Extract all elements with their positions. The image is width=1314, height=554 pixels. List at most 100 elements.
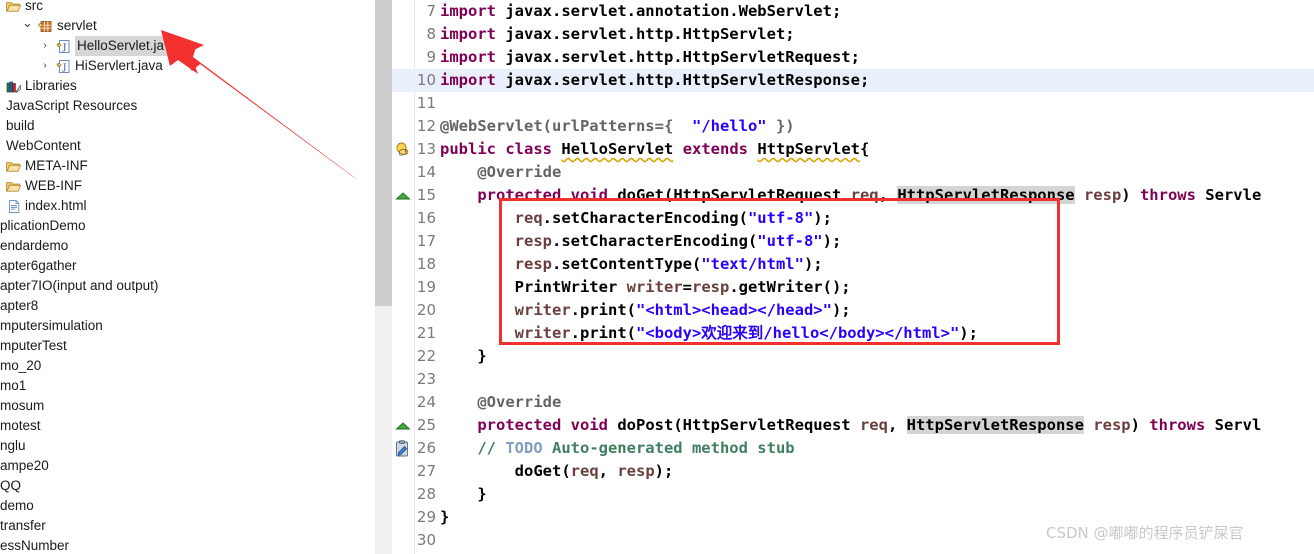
code-line-text: protected void doGet(HttpServletRequest …	[477, 186, 1262, 204]
tree-item-qq[interactable]: QQ	[0, 476, 375, 496]
code-line-28[interactable]: 28 }	[392, 483, 1314, 506]
code-line-text: import javax.servlet.http.HttpServletRes…	[440, 71, 870, 89]
tree-item-motest[interactable]: motest	[0, 416, 375, 436]
code-line-text: resp.setContentType("text/html");	[514, 255, 823, 273]
code-line-14[interactable]: 14 @Override	[392, 161, 1314, 184]
tree-item-javascript-resources[interactable]: JavaScript Resources	[0, 96, 375, 116]
tree-item-apter6gather[interactable]: apter6gather	[0, 256, 375, 276]
code-line-text: }	[440, 347, 487, 365]
tree-item-label: mo_20	[0, 358, 42, 373]
code-line-12[interactable]: 12 @WebServlet(urlPatterns={ "/hello" })	[392, 115, 1314, 138]
tree-item-transfer[interactable]: transfer	[0, 516, 375, 536]
tree-item-build[interactable]: build	[0, 116, 375, 136]
tree-item-meta-inf[interactable]: META-INF	[0, 156, 375, 176]
line-number: 17	[416, 232, 436, 250]
tree-item-libraries[interactable]: Libraries	[0, 76, 375, 96]
code-line-text: import javax.servlet.http.HttpServletReq…	[440, 48, 860, 66]
tree-item-label: demo	[0, 498, 34, 513]
tree-item-apter8[interactable]: apter8	[0, 296, 375, 316]
tree-item-label: transfer	[0, 518, 46, 533]
code-line-20[interactable]: 20 writer.print("<html><head></head>");	[392, 299, 1314, 322]
line-number: 19	[416, 278, 436, 296]
code-line-21[interactable]: 21 writer.print("<body>欢迎来到/hello</body>…	[392, 322, 1314, 345]
svg-text:!: !	[58, 63, 59, 69]
code-line-23[interactable]: 23	[392, 368, 1314, 391]
html-file-icon	[6, 199, 21, 214]
code-line-25[interactable]: 25 protected void doPost(HttpServletRequ…	[392, 414, 1314, 437]
line-number: 11	[416, 94, 436, 112]
code-line-24[interactable]: 24 @Override	[392, 391, 1314, 414]
tree-item-plicationdemo[interactable]: plicationDemo	[0, 216, 375, 236]
explorer-vertical-scrollbar[interactable]	[375, 0, 392, 554]
tree-item-servlet[interactable]: ⌄ servlet	[0, 16, 375, 36]
tree-item-label: index.html	[25, 198, 87, 213]
java-file-icon: J!	[56, 59, 71, 74]
code-line-text: doGet(req, resp);	[440, 462, 674, 480]
tree-item-mputertest[interactable]: mputerTest	[0, 336, 375, 356]
tree-item-label: servlet	[57, 18, 97, 33]
line-number: 12	[416, 117, 436, 135]
svg-text:J: J	[62, 43, 67, 53]
code-line-18[interactable]: 18 resp.setContentType("text/html");	[392, 253, 1314, 276]
tree-item-mosum[interactable]: mosum	[0, 396, 375, 416]
tree-item-label: mputersimulation	[0, 318, 103, 333]
tree-item-label: motest	[0, 418, 41, 433]
code-line-text: // TODO Auto-generated method stub	[477, 439, 795, 457]
project-explorer-tree[interactable]: src ⌄ servlet › J! HelloServlet.java › J! HiServ…	[0, 0, 375, 554]
tree-item-ampe20[interactable]: ampe20	[0, 456, 375, 476]
line-number: 25	[416, 416, 436, 434]
folder-open-icon	[6, 159, 22, 174]
tree-item-nglu[interactable]: nglu	[0, 436, 375, 456]
code-line-17[interactable]: 17 resp.setCharacterEncoding("utf-8");	[392, 230, 1314, 253]
tree-item-endardemo[interactable]: endardemo	[0, 236, 375, 256]
chevron-right-icon[interactable]: ›	[40, 40, 50, 52]
code-line-text: @WebServlet(urlPatterns={ "/hello" })	[440, 117, 795, 135]
tree-item-label: plicationDemo	[0, 218, 86, 233]
library-icon	[6, 79, 21, 94]
folder-open-icon	[6, 179, 22, 194]
tree-item-mo1[interactable]: mo1	[0, 376, 375, 396]
tree-item-label: HelloServlet.java	[75, 36, 181, 56]
code-line-15[interactable]: 15 protected void doGet(HttpServletReque…	[392, 184, 1314, 207]
chevron-down-icon[interactable]: ⌄	[22, 16, 33, 29]
tree-item-label: build	[6, 118, 35, 133]
code-line-text: req.setCharacterEncoding("utf-8");	[514, 209, 832, 227]
tree-item-index-html[interactable]: index.html	[0, 196, 375, 216]
tree-item-label: nglu	[0, 438, 26, 453]
code-line-11[interactable]: 11	[392, 92, 1314, 115]
java-source-editor[interactable]: ! 7 import javax.servlet.annotation.WebSe…	[392, 0, 1314, 554]
tree-item-demo[interactable]: demo	[0, 496, 375, 516]
code-line-13[interactable]: 13 public class HelloServlet extends Http…	[392, 138, 1314, 161]
tree-item-hiservlert-java[interactable]: › J! HiServlert.java	[0, 56, 375, 76]
tree-item-helloservlet-java[interactable]: › J! HelloServlet.java	[0, 36, 375, 56]
code-line-10[interactable]: 10 import javax.servlet.http.HttpServletR…	[392, 69, 1314, 92]
code-line-7[interactable]: 7 import javax.servlet.annotation.WebServ…	[392, 0, 1314, 23]
tree-item-mputersimulation[interactable]: mputersimulation	[0, 316, 375, 336]
code-line-8[interactable]: 8 import javax.servlet.http.HttpServlet;	[392, 23, 1314, 46]
code-line-9[interactable]: 9 import javax.servlet.http.HttpServletRe…	[392, 46, 1314, 69]
tree-item-webcontent[interactable]: WebContent	[0, 136, 375, 156]
line-number: 29	[416, 508, 436, 526]
csdn-watermark: CSDN @嘟嘟的程序员铲屎官	[1046, 524, 1244, 542]
code-line-22[interactable]: 22 }	[392, 345, 1314, 368]
tree-item-label: META-INF	[25, 158, 88, 173]
line-number: 10	[416, 71, 436, 89]
line-number: 15	[416, 186, 436, 204]
line-number: 18	[416, 255, 436, 273]
tree-item-label: WEB-INF	[25, 178, 82, 193]
code-line-19[interactable]: 19 PrintWriter writer=resp.getWriter();	[392, 276, 1314, 299]
chevron-right-icon[interactable]: ›	[40, 60, 50, 72]
tree-item-apter7io-input-and-output[interactable]: apter7IO(input and output)	[0, 276, 375, 296]
line-number: 8	[426, 25, 436, 43]
tree-item-web-inf[interactable]: WEB-INF	[0, 176, 375, 196]
tree-item-src[interactable]: src	[0, 0, 375, 16]
code-line-26[interactable]: 26 // TODO Auto-generated method stub	[392, 437, 1314, 460]
code-line-16[interactable]: 16 req.setCharacterEncoding("utf-8");	[392, 207, 1314, 230]
tree-item-mo-20[interactable]: mo_20	[0, 356, 375, 376]
code-line-27[interactable]: 27 doGet(req, resp);	[392, 460, 1314, 483]
editor-code-area[interactable]: 7 import javax.servlet.annotation.WebServ…	[392, 0, 1314, 554]
ide-window: src ⌄ servlet › J! HelloServlet.java › J! HiServ…	[0, 0, 1314, 554]
scrollbar-thumb[interactable]	[375, 0, 392, 306]
package-icon	[38, 19, 53, 34]
tree-item-essnumber[interactable]: essNumber	[0, 536, 375, 554]
